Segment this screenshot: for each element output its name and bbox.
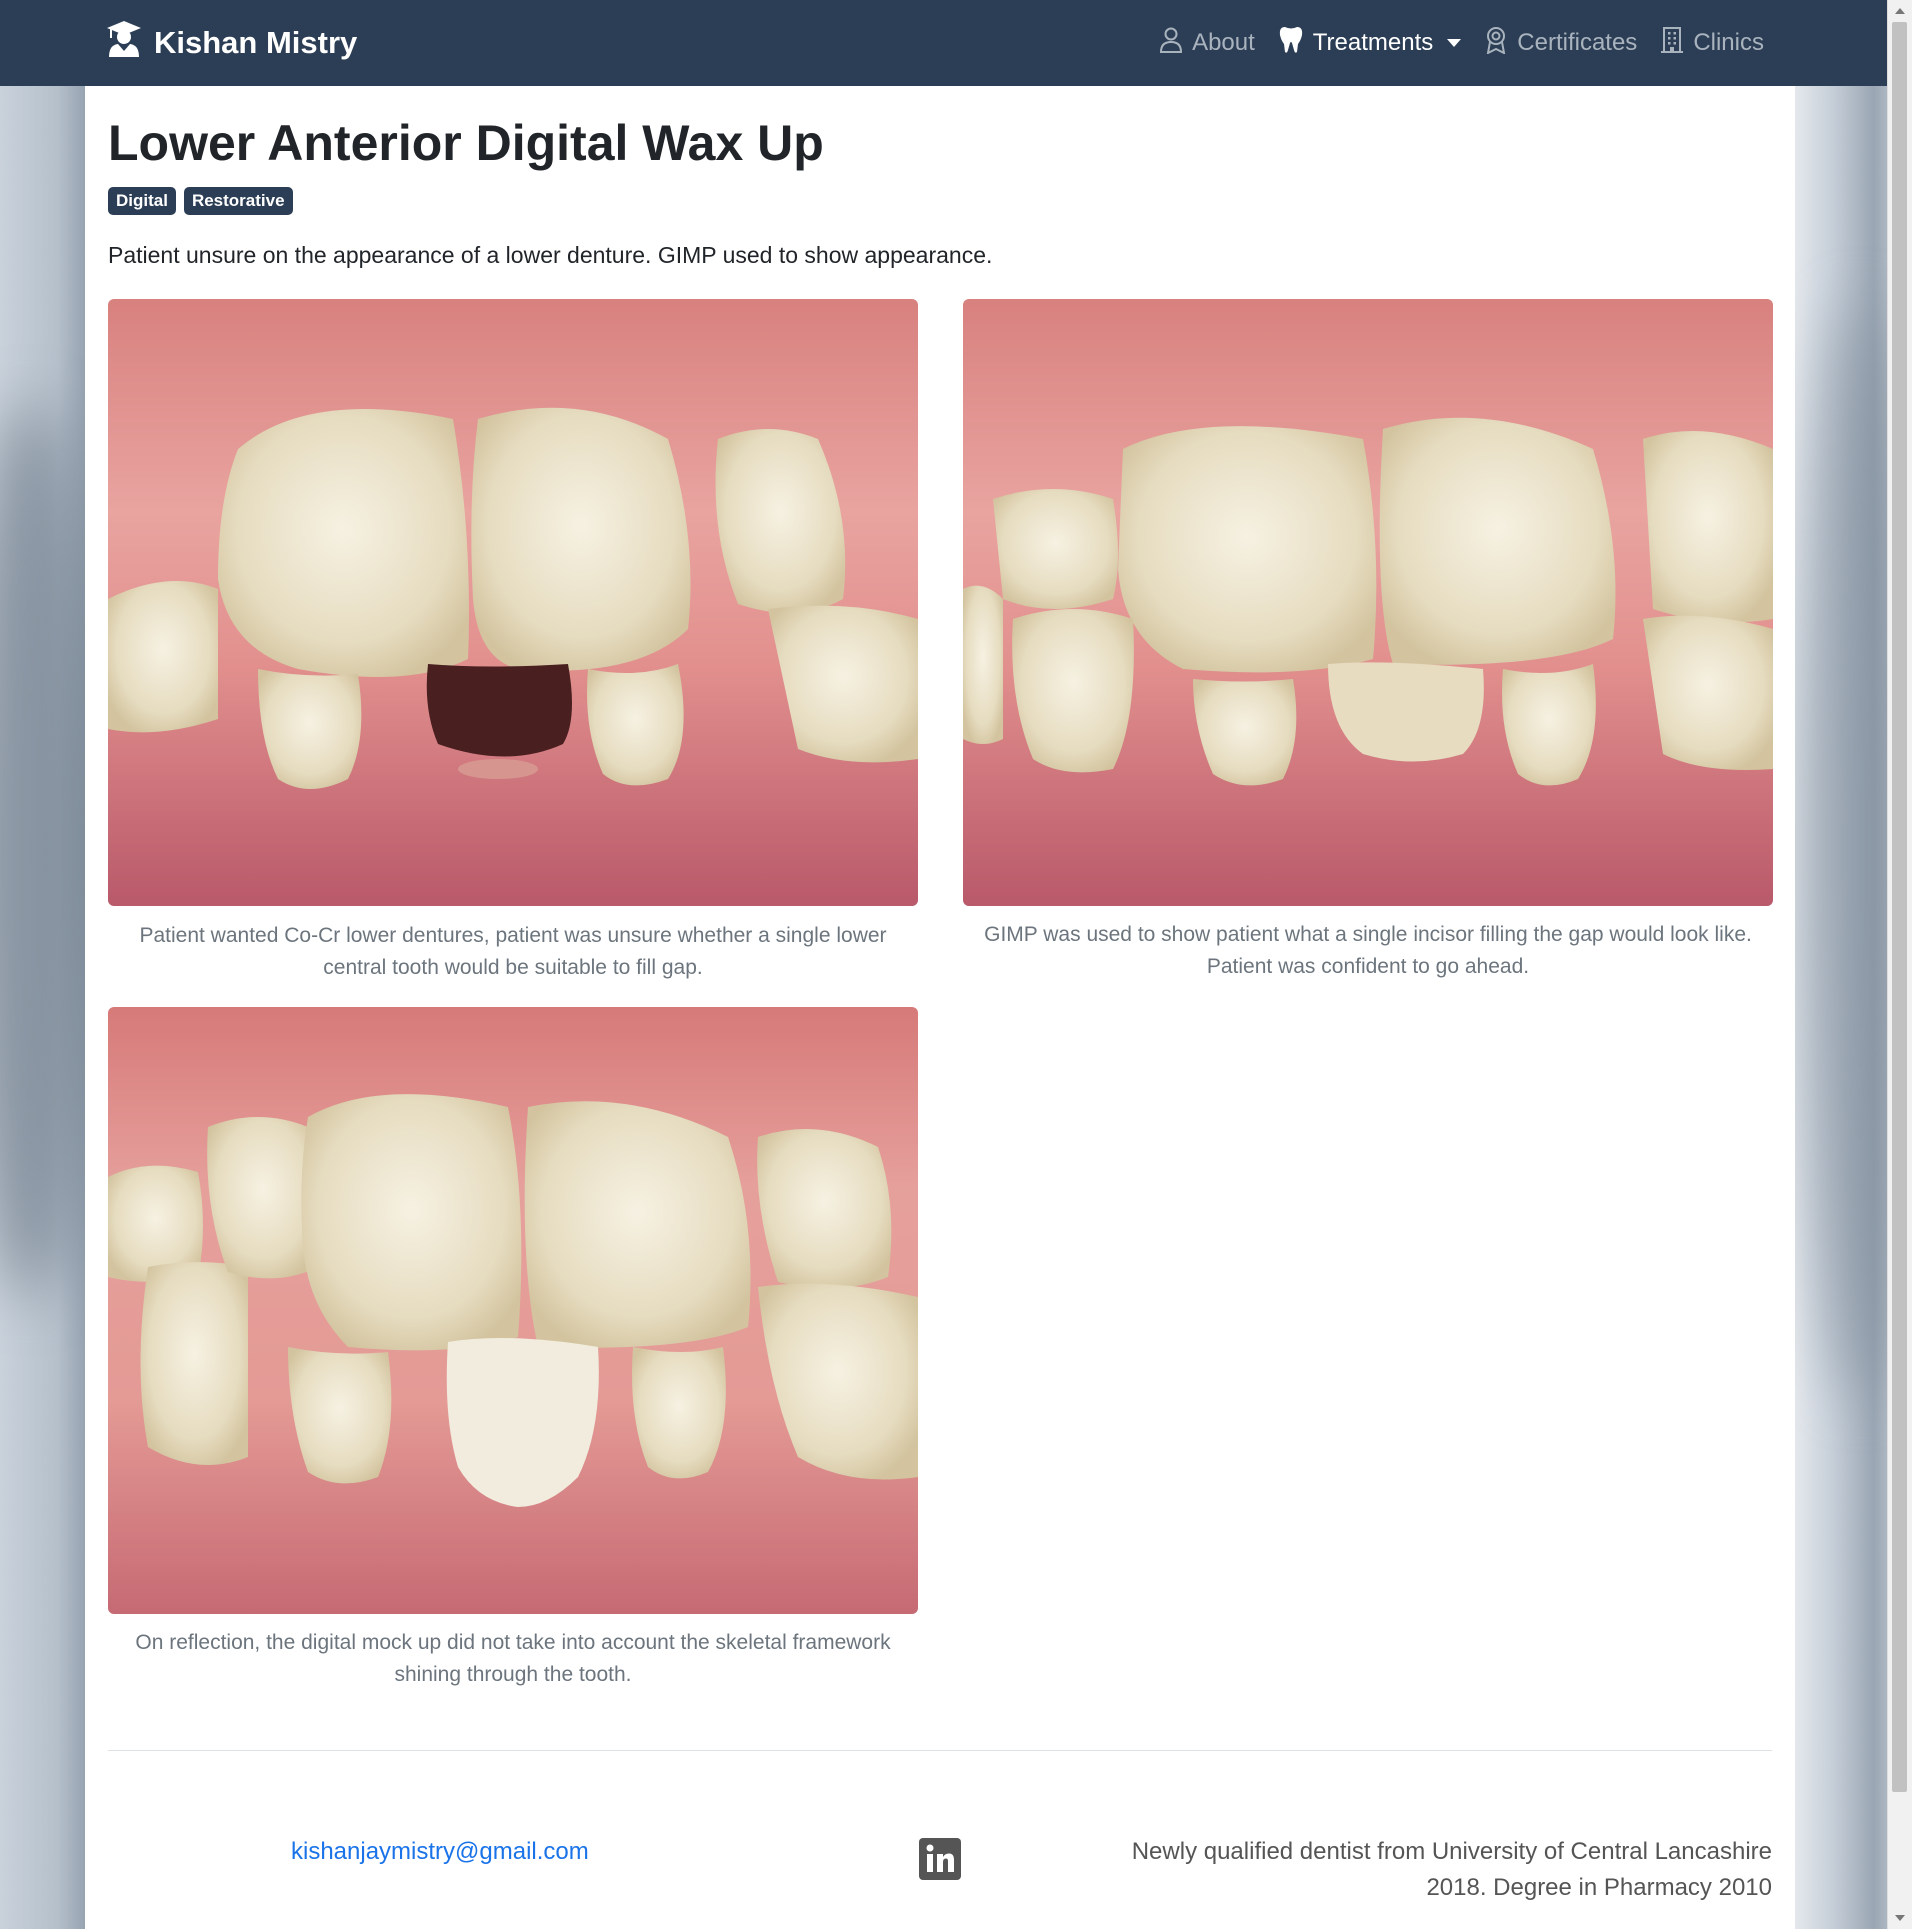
nav-clinics[interactable]: Clinics (1661, 26, 1764, 61)
gallery-photo-mockup[interactable] (963, 299, 1773, 906)
gallery-photo-before[interactable] (108, 299, 918, 906)
gallery-caption: On reflection, the digital mock up did n… (135, 1631, 891, 1686)
nav-treatments-dropdown[interactable]: Treatments (1279, 26, 1462, 61)
teeth-photo-final (108, 1007, 918, 1614)
nav-certificates-label: Certificates (1517, 29, 1638, 56)
tooth-icon (1279, 26, 1303, 61)
gallery-photo-after[interactable] (108, 1007, 918, 1614)
teeth-photo-mockup (963, 299, 1773, 906)
scrollbar-thumb[interactable] (1892, 22, 1907, 1792)
footer-divider (108, 1750, 1772, 1751)
brand-link[interactable]: Kishan Mistry (106, 0, 357, 86)
chevron-down-icon (1447, 39, 1462, 47)
nav-about-label: About (1192, 29, 1255, 56)
brand-name: Kishan Mistry (154, 25, 358, 60)
graduate-icon (106, 19, 142, 67)
tag-list: Digital Restorative (108, 187, 293, 215)
gallery-caption: Patient wanted Co-Cr lower dentures, pat… (139, 924, 887, 979)
nav-treatments-label: Treatments (1312, 29, 1434, 56)
navbar: Kishan Mistry About Treatments Certifica… (0, 0, 1888, 86)
nav-certificates[interactable]: Certificates (1485, 26, 1637, 61)
page-title: Lower Anterior Digital Wax Up (108, 115, 824, 171)
scroll-down-arrow-icon[interactable] (1895, 1915, 1905, 1921)
building-icon (1661, 26, 1684, 61)
linkedin-icon[interactable] (919, 1838, 961, 1880)
page-intro: Patient unsure on the appearance of a lo… (108, 242, 993, 268)
person-icon (1160, 27, 1183, 60)
award-icon (1485, 26, 1507, 61)
nav-about[interactable]: About (1160, 27, 1255, 60)
main-content: Lower Anterior Digital Wax Up Digital Re… (85, 86, 1795, 1929)
teeth-photo-gap (108, 299, 918, 906)
email-link[interactable]: kishanjaymistry@gmail.com (291, 1838, 589, 1866)
footer-bio: Newly qualified dentist from University … (1131, 1838, 1772, 1901)
gallery-caption: GIMP was used to show patient what a sin… (984, 923, 1752, 978)
tag-badge[interactable]: Restorative (183, 187, 293, 215)
page-scrollbar[interactable] (1887, 0, 1912, 1929)
scroll-up-arrow-icon[interactable] (1895, 8, 1905, 14)
tag-badge[interactable]: Digital (108, 187, 176, 215)
nav-clinics-label: Clinics (1693, 29, 1764, 56)
nav-links: About Treatments Certificates Clinics (1160, 0, 1764, 86)
